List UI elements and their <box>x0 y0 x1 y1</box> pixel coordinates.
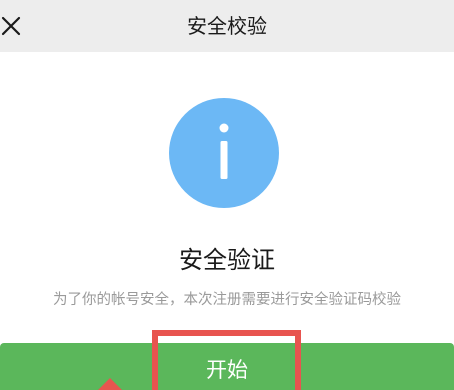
arrow-annotation-icon <box>98 378 122 390</box>
security-check-page: 安全校验 安全验证 为了你的帐号安全，本次注册需要进行安全验证码校验 开始 <box>0 0 454 390</box>
start-button-label: 开始 <box>206 358 248 382</box>
start-button[interactable]: 开始 <box>0 343 454 390</box>
page-title: 安全校验 <box>187 14 267 38</box>
verification-description: 为了你的帐号安全，本次注册需要进行安全验证码校验 <box>53 292 401 308</box>
navigation-bar: 安全校验 <box>0 0 454 52</box>
verification-heading: 安全验证 <box>179 246 275 274</box>
info-icon <box>169 98 279 208</box>
